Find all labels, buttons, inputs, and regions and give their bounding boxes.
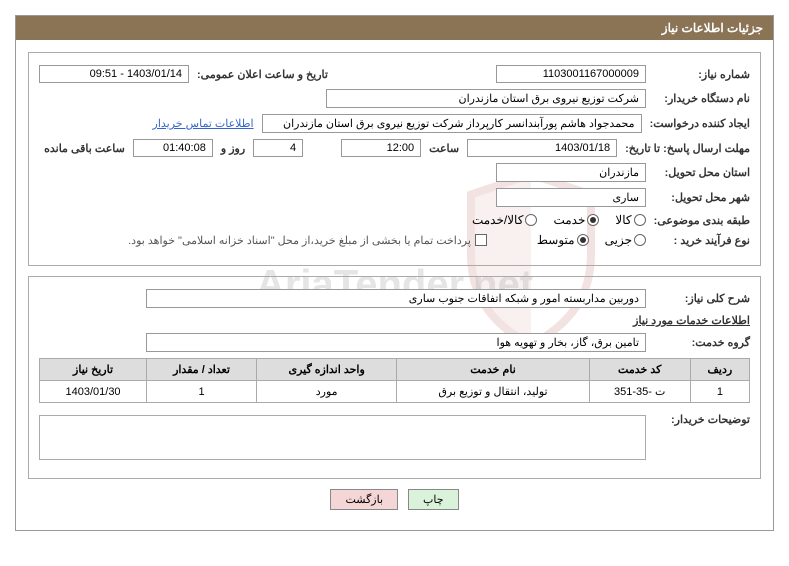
service-table: ردیف کد خدمت نام خدمت واحد اندازه گیری ت…: [39, 358, 750, 403]
radio-goods[interactable]: کالا: [615, 213, 645, 227]
td-unit: مورد: [256, 381, 396, 403]
label-buyer-org: نام دستگاه خریدار:: [650, 92, 750, 105]
field-deadline-time: 12:00: [341, 139, 421, 157]
field-deadline-duration: 01:40:08: [133, 139, 213, 157]
label-service-group: گروه خدمت:: [650, 336, 750, 349]
link-buyer-contact[interactable]: اطلاعات تماس خریدار: [149, 117, 258, 130]
service-info-title: اطلاعات خدمات مورد نیاز: [629, 314, 750, 327]
td-name: تولید، انتقال و توزیع برق: [397, 381, 589, 403]
radio-service-input[interactable]: [587, 214, 599, 226]
td-row: 1: [690, 381, 749, 403]
field-announce-date: 1403/01/14 - 09:51: [39, 65, 189, 83]
panel-title: جزئیات اطلاعات نیاز: [16, 16, 773, 40]
label-buyer-notes: توضیحات خریدار:: [650, 413, 750, 426]
label-general-desc: شرح کلی نیاز:: [650, 292, 750, 305]
field-service-group: تامین برق، گاز، بخار و تهویه هوا: [146, 333, 646, 352]
row-service-info-title: اطلاعات خدمات مورد نیاز: [39, 314, 750, 327]
radio-partial[interactable]: جزیی: [605, 233, 646, 247]
radio-goods-input[interactable]: [634, 214, 646, 226]
row-buyer-notes: توضیحات خریدار:: [39, 413, 750, 460]
checkbox-payment[interactable]: [475, 234, 487, 246]
radio-service-label: خدمت: [553, 213, 585, 227]
row-purchase-type: نوع فرآیند خرید : جزیی متوسط پرداخت تمام…: [39, 233, 750, 247]
label-deadline: مهلت ارسال پاسخ: تا تاریخ:: [621, 142, 750, 155]
radio-goods-service-label: کالا/خدمت: [472, 213, 523, 227]
field-general-desc: دوربین مداربسته امور و شبکه اتفاقات جنوب…: [146, 289, 646, 308]
table-header-row: ردیف کد خدمت نام خدمت واحد اندازه گیری ت…: [40, 359, 750, 381]
row-subject-class: طبقه بندی موضوعی: کالا خدمت کالا/خدمت: [39, 213, 750, 227]
field-city: ساری: [496, 188, 646, 207]
panel-body: AriaTender.net شماره نیاز: 1103001167000…: [16, 40, 773, 530]
radio-goods-label: کالا: [615, 213, 631, 227]
row-requester: ایجاد کننده درخواست: محمدجواد هاشم پورآب…: [39, 114, 750, 133]
table-row: 1 ت -35-351 تولید، انتقال و توزیع برق مو…: [40, 381, 750, 403]
row-province: استان محل تحویل: مازندران: [39, 163, 750, 182]
label-deadline-time: ساعت: [425, 142, 463, 155]
radio-medium[interactable]: متوسط: [537, 233, 589, 247]
row-service-group: گروه خدمت: تامین برق، گاز، بخار و تهویه …: [39, 333, 750, 352]
field-buyer-org: شرکت توزیع نیروی برق استان مازندران: [326, 89, 646, 108]
label-subject-class: طبقه بندی موضوعی:: [650, 214, 750, 227]
radio-medium-input[interactable]: [577, 234, 589, 246]
th-code: کد خدمت: [589, 359, 690, 381]
row-buyer-org: نام دستگاه خریدار: شرکت توزیع نیروی برق …: [39, 89, 750, 108]
radio-goods-service[interactable]: کالا/خدمت: [472, 213, 537, 227]
details-panel: جزئیات اطلاعات نیاز AriaTender.net شماره…: [15, 15, 774, 531]
label-province: استان محل تحویل:: [650, 166, 750, 179]
td-qty: 1: [147, 381, 257, 403]
radio-medium-label: متوسط: [537, 233, 575, 247]
bottom-section: شرح کلی نیاز: دوربین مداربسته امور و شبک…: [28, 276, 761, 479]
row-deadline: مهلت ارسال پاسخ: تا تاریخ: 1403/01/18 سا…: [39, 139, 750, 157]
field-deadline-days: 4: [253, 139, 303, 157]
back-button[interactable]: بازگشت: [330, 489, 398, 510]
field-province: مازندران: [496, 163, 646, 182]
th-date: تاریخ نیاز: [40, 359, 147, 381]
label-announce-date: تاریخ و ساعت اعلان عمومی:: [193, 68, 332, 81]
row-city: شهر محل تحویل: ساری: [39, 188, 750, 207]
td-date: 1403/01/30: [40, 381, 147, 403]
label-purchase-type: نوع فرآیند خرید :: [650, 234, 750, 247]
radio-partial-input[interactable]: [634, 234, 646, 246]
field-requester: محمدجواد هاشم پورآبندانسر کارپرداز شرکت …: [262, 114, 642, 133]
payment-note: پرداخت تمام یا بخشی از مبلغ خرید،از محل …: [128, 234, 471, 247]
label-req-number: شماره نیاز:: [650, 68, 750, 81]
th-qty: تعداد / مقدار: [147, 359, 257, 381]
field-deadline-date: 1403/01/18: [467, 139, 617, 157]
field-buyer-notes: [39, 415, 646, 460]
label-requester: ایجاد کننده درخواست:: [646, 117, 750, 130]
radio-partial-label: جزیی: [605, 233, 632, 247]
radio-service[interactable]: خدمت: [553, 213, 599, 227]
label-remaining: ساعت باقی مانده: [40, 142, 129, 155]
top-section: شماره نیاز: 1103001167000009 تاریخ و ساع…: [28, 52, 761, 266]
td-code: ت -35-351: [589, 381, 690, 403]
print-button[interactable]: چاپ: [408, 489, 459, 510]
button-bar: چاپ بازگشت: [28, 489, 761, 518]
row-general-desc: شرح کلی نیاز: دوربین مداربسته امور و شبک…: [39, 289, 750, 308]
label-days: روز و: [217, 142, 249, 155]
row-req-number: شماره نیاز: 1103001167000009 تاریخ و ساع…: [39, 65, 750, 83]
th-row: ردیف: [690, 359, 749, 381]
field-req-number: 1103001167000009: [496, 65, 646, 83]
th-unit: واحد اندازه گیری: [256, 359, 396, 381]
radio-goods-service-input[interactable]: [525, 214, 537, 226]
label-city: شهر محل تحویل:: [650, 191, 750, 204]
th-name: نام خدمت: [397, 359, 589, 381]
